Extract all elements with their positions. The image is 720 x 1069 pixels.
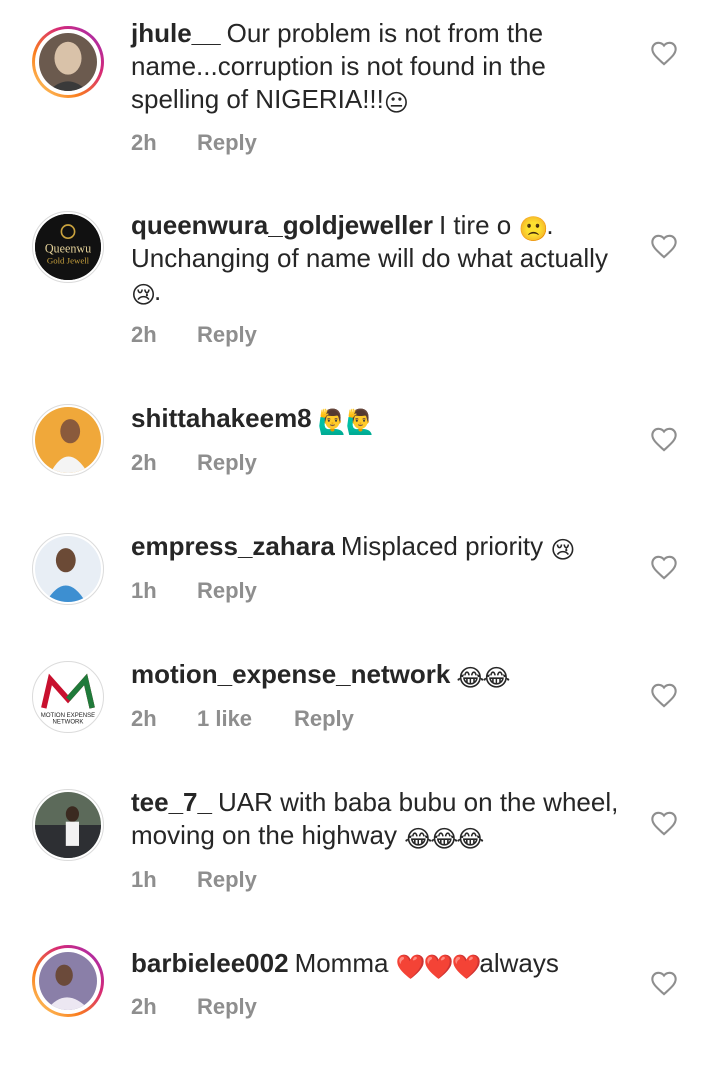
reply-button[interactable]: Reply bbox=[197, 867, 257, 893]
comment-text: barbielee002 Momma ❤️❤️❤️always bbox=[131, 947, 631, 980]
comment-text: shittahakeem8 🙋‍♂️🙋‍♂️ bbox=[131, 402, 631, 435]
comment-text: empress_zahara Misplaced priority 😢 bbox=[131, 530, 631, 563]
heart-outline-icon[interactable] bbox=[650, 233, 678, 259]
comment-meta: 2h 1 like Reply bbox=[131, 706, 354, 732]
heart-outline-icon[interactable] bbox=[650, 970, 678, 996]
comment-text: queenwura_goldjeweller I tire o 🙁. Unchan… bbox=[131, 209, 631, 308]
heart-outline-icon[interactable] bbox=[650, 682, 678, 708]
comment-username[interactable]: jhule__ bbox=[131, 18, 221, 48]
comment-time: 2h bbox=[131, 450, 157, 475]
comment-text: motion_expense_network 😂😂 bbox=[131, 658, 631, 691]
person-photo-icon bbox=[39, 33, 97, 91]
svg-text:MOTION EXPENSE: MOTION EXPENSE bbox=[41, 713, 95, 719]
comment-username[interactable]: barbielee002 bbox=[131, 948, 289, 978]
person-photo-icon bbox=[35, 536, 101, 602]
comment-body: Momma bbox=[294, 948, 389, 978]
raising-hand-emoji: 🙋‍♂️🙋‍♂️ bbox=[317, 409, 376, 436]
comment-username[interactable]: empress_zahara bbox=[131, 531, 335, 561]
heart-outline-icon[interactable] bbox=[650, 426, 678, 452]
comment-meta: 2h Reply bbox=[131, 130, 257, 156]
avatar[interactable] bbox=[32, 533, 104, 605]
laughing-face-emoji: 😂😂 bbox=[456, 665, 510, 692]
neutral-face-emoji: 😐 bbox=[383, 90, 409, 117]
comment-meta: 1h Reply bbox=[131, 867, 257, 893]
comment-username[interactable]: tee_7_ bbox=[131, 787, 212, 817]
comment-meta: 2h Reply bbox=[131, 450, 257, 476]
avatar[interactable] bbox=[32, 404, 104, 476]
comment-time: 1h bbox=[131, 867, 157, 892]
reply-button[interactable]: Reply bbox=[197, 578, 257, 604]
svg-text:Queenwu: Queenwu bbox=[45, 242, 91, 256]
comment-time: 2h bbox=[131, 994, 157, 1019]
brand-logo-icon: MOTION EXPENSE NETWORK bbox=[35, 664, 101, 730]
reply-button[interactable]: Reply bbox=[294, 706, 354, 732]
reply-button[interactable]: Reply bbox=[197, 450, 257, 476]
red-heart-emoji: ❤️❤️❤️ bbox=[395, 954, 482, 981]
comment-time: 1h bbox=[131, 578, 157, 603]
person-photo-icon bbox=[35, 407, 101, 473]
person-photo-icon bbox=[35, 792, 101, 858]
reply-button[interactable]: Reply bbox=[197, 322, 257, 348]
comment-text: jhule__ Our problem is not from the name.… bbox=[131, 17, 631, 116]
comment-meta: 1h Reply bbox=[131, 578, 257, 604]
avatar[interactable]: MOTION EXPENSE NETWORK bbox=[32, 661, 104, 733]
crying-face-emoji: 😢 bbox=[550, 537, 575, 564]
comment-time: 2h bbox=[131, 322, 157, 347]
avatar[interactable]: Queenwu Gold Jewell bbox=[32, 211, 104, 283]
reply-button[interactable]: Reply bbox=[197, 130, 257, 156]
brand-logo-icon: Queenwu Gold Jewell bbox=[35, 214, 101, 280]
person-photo-icon bbox=[39, 952, 97, 1010]
comment-meta: 2h Reply bbox=[131, 322, 257, 348]
comment-body: Misplaced priority bbox=[340, 531, 544, 561]
comment-time: 2h bbox=[131, 706, 157, 731]
crying-face-emoji: 😢 bbox=[131, 282, 156, 309]
comment-text: tee_7_ UAR with baba bubu on the wheel, m… bbox=[131, 786, 631, 852]
frowning-face-emoji: 🙁 bbox=[518, 216, 548, 243]
svg-text:NETWORK: NETWORK bbox=[53, 719, 84, 725]
avatar[interactable] bbox=[32, 789, 104, 861]
comment-username[interactable]: motion_expense_network bbox=[131, 659, 450, 689]
comment-body: . bbox=[154, 276, 162, 306]
comment-body: I tire o bbox=[438, 210, 512, 240]
avatar[interactable] bbox=[32, 945, 104, 1017]
avatar[interactable] bbox=[32, 26, 104, 98]
heart-outline-icon[interactable] bbox=[650, 40, 678, 66]
heart-outline-icon[interactable] bbox=[650, 810, 678, 836]
likes-count[interactable]: 1 like bbox=[197, 706, 294, 732]
laughing-face-emoji: 😂😂😂 bbox=[404, 826, 484, 853]
reply-button[interactable]: Reply bbox=[197, 994, 257, 1020]
comment-meta: 2h Reply bbox=[131, 994, 257, 1020]
heart-outline-icon[interactable] bbox=[650, 554, 678, 580]
svg-text:Gold Jewell: Gold Jewell bbox=[47, 256, 90, 266]
comment-username[interactable]: shittahakeem8 bbox=[131, 403, 312, 433]
comment-body: always bbox=[479, 948, 559, 978]
comment-time: 2h bbox=[131, 130, 157, 155]
comment-username[interactable]: queenwura_goldjeweller bbox=[131, 210, 433, 240]
